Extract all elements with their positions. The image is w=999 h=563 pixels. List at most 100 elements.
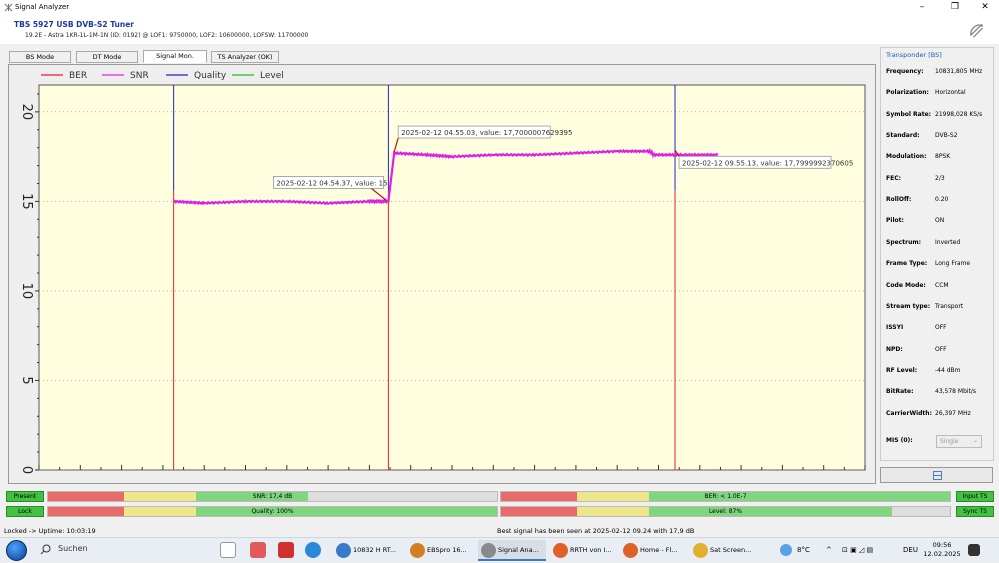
transponder-key: Frequency: (886, 68, 924, 75)
tray-chevron-icon[interactable]: ^ (826, 538, 832, 563)
tab-signal-mon[interactable]: Signal Mon. (143, 50, 207, 63)
transponder-value: 8PSK (935, 153, 951, 161)
transponder-value: -44 dBm (935, 366, 961, 374)
close-icon[interactable]: ✕ (974, 0, 996, 15)
start-button[interactable] (6, 540, 27, 561)
legend-label: SNR (130, 71, 149, 81)
taskbar-app-icon (693, 543, 708, 558)
taskbar-app-icon (553, 543, 568, 558)
minimize-icon[interactable]: – (911, 0, 933, 15)
transponder-row: NPD: OFF (886, 346, 994, 356)
satellite-dish-icon (970, 23, 983, 38)
taskbar-app-icon (410, 543, 425, 558)
mis-dropdown[interactable]: Single ⌄ (936, 435, 982, 448)
snr-label: SNR: 17,4 dB (252, 493, 293, 500)
taskbar-app[interactable]: EBSpro 16... (407, 540, 475, 561)
transponder-key: Symbol Rate: (886, 110, 932, 118)
tab-bs-mode[interactable]: BS Mode (9, 51, 71, 63)
transponder-row: Polarization: Horizontal (886, 89, 994, 99)
annotation-label: 2025-02-12 04.54.37, value: 15 (276, 179, 387, 187)
transponder-key: Pilot: (886, 217, 904, 225)
transponder-value: CCM (935, 281, 949, 289)
transponder-row: Modulation: 8PSK (886, 153, 994, 163)
panel-toggle-button[interactable] (880, 467, 993, 483)
transponder-row: Stream type: Transport (886, 303, 994, 313)
transponder-value: OFF (935, 324, 947, 332)
transponder-key: Standard: (886, 132, 920, 140)
transponder-row: ISSYI OFF (886, 324, 994, 334)
transponder-key: Stream type: (886, 302, 931, 310)
transponder-row: Pilot: ON (886, 217, 994, 227)
transponder-value: 0.20 (935, 196, 949, 204)
transponder-value: 21998,028 KS/s (935, 110, 983, 118)
transponder-key: Code Mode: (886, 281, 926, 289)
uptime-status: Locked -> Uptime: 10:03:19 (4, 527, 96, 535)
transponder-value: 10831,805 MHz (935, 68, 983, 75)
annotation-label: 2025-02-12 09.55.13, value: 17,799999237… (682, 159, 853, 167)
maximize-icon[interactable]: ❐ (944, 0, 966, 15)
taskbar-app-label: RRTH von I... (570, 546, 612, 554)
signal-chart: BER SNR Quality Level 0 5 10 15 20 2025-02-12 04.… (9, 65, 875, 483)
transponder-value: DVB-S2 (935, 132, 958, 140)
transponder-value: 43,578 Mbit/s (935, 388, 977, 396)
transponder-row: RollOff: 0.20 (886, 196, 994, 206)
transponder-value: Inverted (935, 238, 961, 246)
taskbar-app[interactable]: 10832 H RT... (333, 540, 403, 561)
transponder-row: Spectrum: Inverted (886, 239, 994, 249)
transponder-value: OFF (935, 345, 947, 353)
window-title: Signal Analyzer (15, 3, 70, 11)
transponder-key: BitRate: (886, 388, 914, 396)
clock[interactable]: 09:56 12.02.2025 (922, 541, 962, 559)
y-tick-label: 5 (19, 376, 34, 384)
tab-dt-mode[interactable]: DT Mode (76, 51, 138, 63)
present-indicator: Present (6, 491, 44, 502)
quality-label: Quality: 100% (251, 508, 294, 515)
status-bar: Locked -> Uptime: 10:03:19 Best signal h… (0, 525, 999, 537)
level-label: Level: 87% (708, 508, 743, 515)
input-ts-indicator: Input TS (956, 491, 994, 502)
transponder-key: CarrierWidth: (886, 409, 932, 417)
temperature[interactable]: 8°C (797, 538, 810, 563)
annotation-label: 2025-02-12 04.55.03, value: 17,700000762… (401, 129, 572, 137)
ber-label: BER: < 1.0E-7 (704, 493, 747, 500)
device-name: TBS 5927 USB DVB-S2 Tuner (14, 20, 134, 29)
taskbar-app-label: Home - Fl... (640, 546, 678, 554)
language-indicator[interactable]: DEU (903, 538, 918, 563)
title-bar: Signal Analyzer – ❐ ✕ (0, 0, 999, 15)
taskbar-app[interactable]: Home - Fl... (620, 540, 686, 561)
search-label: Suchen (58, 544, 88, 553)
tray-icons[interactable]: ⊡ ▣ ◿ ▤ (842, 538, 873, 563)
taskbar: Suchen 10832 H RT... EBSpro 16... Signal A… (0, 537, 999, 562)
transponder-row: FEC: 2/3 (886, 175, 994, 185)
task-view-icon[interactable] (220, 542, 236, 558)
taskbar-app-icon (481, 543, 496, 558)
taskbar-app-label: EBSpro 16... (427, 546, 467, 554)
taskbar-app-label: 10832 H RT... (353, 546, 397, 554)
snr-bar: SNR: 17,4 dB (47, 491, 498, 502)
edge-browser-icon[interactable] (305, 542, 321, 558)
transponder-value: 26,397 MHz (935, 409, 971, 417)
clock-time: 09:56 (932, 541, 952, 549)
sync-ts-indicator: Sync TS (956, 506, 994, 517)
y-tick-label: 0 (19, 466, 34, 474)
notification-icon[interactable] (968, 544, 980, 556)
transponder-key: ISSYI (886, 324, 904, 332)
transponder-key: NPD: (886, 345, 903, 353)
pinned-app-2-icon[interactable] (278, 542, 294, 558)
chevron-down-icon: ⌄ (972, 437, 978, 444)
y-tick-label: 10 (19, 283, 34, 300)
transponder-row: CarrierWidth: 26,397 MHz (886, 410, 994, 420)
taskbar-app[interactable]: Sat Screen... (690, 540, 756, 561)
transponder-row: Frame Type: Long Frame (886, 260, 994, 270)
weather-icon[interactable] (780, 544, 792, 556)
mis-label: MIS (0): (886, 437, 913, 444)
pinned-app-icon[interactable] (250, 542, 266, 558)
ber-bar: BER: < 1.0E-7 (500, 491, 951, 502)
transponder-value: Long Frame (935, 260, 971, 268)
transponder-row: Code Mode: CCM (886, 282, 994, 292)
taskbar-app[interactable]: Signal Ana... (478, 540, 546, 561)
taskbar-app-icon (623, 543, 638, 558)
taskbar-app[interactable]: RRTH von I... (550, 540, 616, 561)
transponder-key: Frame Type: (886, 260, 928, 268)
tab-ts-analyzer[interactable]: TS Analyzer (OK) (211, 51, 279, 63)
